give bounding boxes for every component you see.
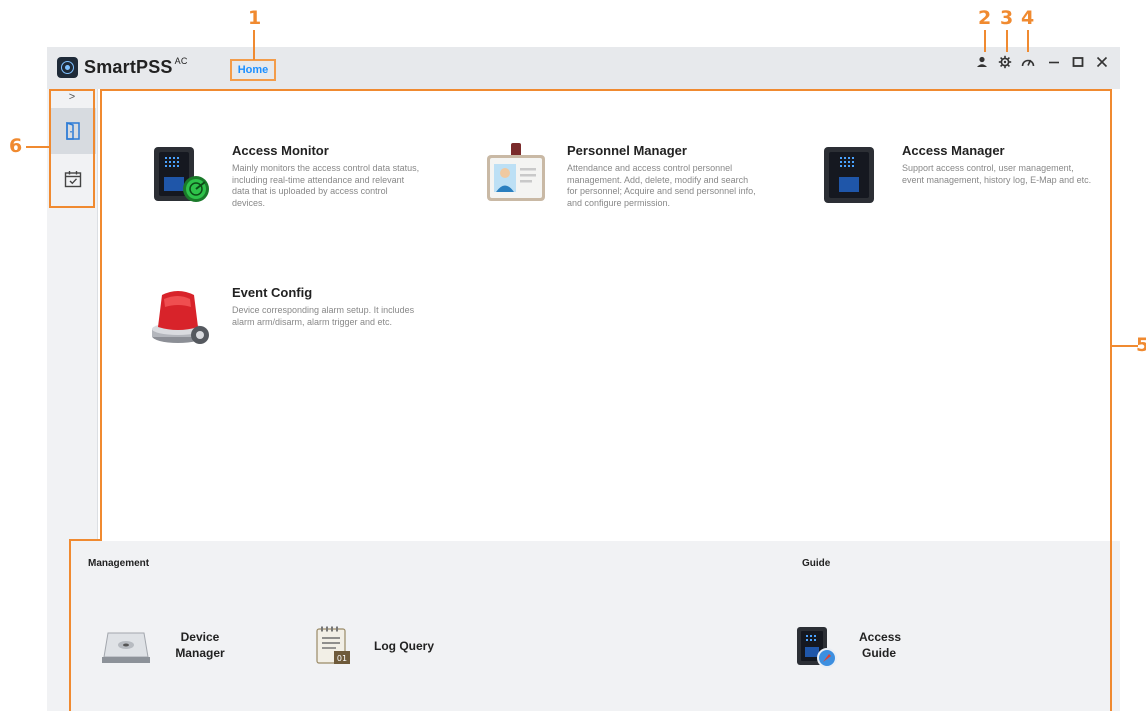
callout-6-box-right	[93, 89, 95, 208]
module-access-manager[interactable]: Access Manager Support access control, u…	[820, 143, 1091, 213]
performance-icon[interactable]	[1018, 52, 1038, 72]
callout-number-6: 6	[9, 135, 23, 157]
tab-home[interactable]: Home	[230, 59, 276, 81]
access-monitor-icon	[154, 147, 209, 202]
callout-6-box-bottom	[49, 206, 95, 208]
management-section-title: Management	[88, 558, 150, 569]
maximize-icon[interactable]	[1068, 52, 1088, 72]
calendar-check-icon	[64, 171, 82, 188]
log-query-shortcut[interactable]: 01 Log Query	[312, 625, 452, 667]
minimize-icon[interactable]	[1044, 52, 1064, 72]
access-guide-shortcut[interactable]: Access Guide	[795, 625, 935, 668]
title-bar	[47, 47, 1120, 89]
module-title: Personnel Manager	[567, 143, 687, 158]
app-logo-icon	[57, 57, 78, 78]
callout-6-box-left	[49, 89, 51, 208]
module-title: Access Monitor	[232, 143, 329, 158]
callout-frame-right	[1110, 89, 1112, 711]
module-personnel-manager[interactable]: Personnel Manager Attendance and access …	[485, 143, 756, 228]
callout-2-leader	[984, 30, 986, 52]
sidebar-item-attendance[interactable]	[50, 156, 96, 202]
module-description: Attendance and access control personnel …	[567, 163, 756, 208]
settings-icon[interactable]	[995, 52, 1015, 72]
callout-number-4: 4	[1021, 7, 1035, 29]
module-title: Event Config	[232, 285, 313, 300]
user-icon[interactable]	[972, 52, 992, 72]
callout-5-leader	[1112, 345, 1138, 347]
callout-number-1: 1	[248, 7, 262, 29]
callout-frame-top	[100, 89, 1112, 91]
callout-number-5: 5	[1136, 334, 1146, 356]
module-description: Mainly monitors the access control data …	[232, 163, 420, 208]
device-manager-label: Device Manager	[175, 630, 225, 660]
callout-3-leader	[1006, 30, 1008, 52]
device-manager-shortcut[interactable]: Device Manager	[100, 625, 240, 667]
module-title: Access Manager	[902, 143, 1005, 158]
callout-4-leader	[1027, 30, 1029, 52]
alarm-siren-icon	[152, 291, 209, 344]
device-manager-icon	[102, 632, 150, 663]
callout-frame-left	[100, 89, 102, 541]
module-access-monitor[interactable]: Access Monitor Mainly monitors the acces…	[150, 143, 419, 213]
callout-number-3: 3	[1000, 7, 1014, 29]
personnel-badge-icon	[487, 143, 545, 201]
svg-text:01: 01	[337, 654, 347, 663]
callout-6-box-top	[49, 89, 95, 91]
log-query-icon: 01	[316, 626, 350, 664]
callout-1-leader	[253, 30, 255, 60]
access-manager-icon	[824, 147, 874, 203]
module-event-config[interactable]: Event Config Device corresponding alarm …	[150, 285, 414, 350]
callout-6-leader	[26, 146, 49, 148]
door-icon	[66, 121, 80, 140]
sidebar-item-access[interactable]	[50, 108, 96, 154]
callout-frame-corner	[69, 539, 102, 541]
module-description: Device corresponding alarm setup. It inc…	[232, 305, 415, 327]
access-guide-label: Access Guide	[859, 630, 902, 660]
guide-section-title: Guide	[802, 558, 831, 569]
callout-frame-left-lower	[69, 539, 71, 711]
access-guide-icon	[797, 627, 837, 668]
module-description: Support access control, user management,…	[902, 163, 1092, 185]
tab-home-label: Home	[237, 64, 269, 76]
callout-number-2: 2	[978, 7, 992, 29]
app-name: SmartPSS AC	[84, 56, 188, 77]
log-query-label: Log Query	[374, 639, 435, 653]
close-icon[interactable]	[1092, 52, 1112, 72]
sidebar-expand-toggle[interactable]: >	[64, 91, 80, 103]
